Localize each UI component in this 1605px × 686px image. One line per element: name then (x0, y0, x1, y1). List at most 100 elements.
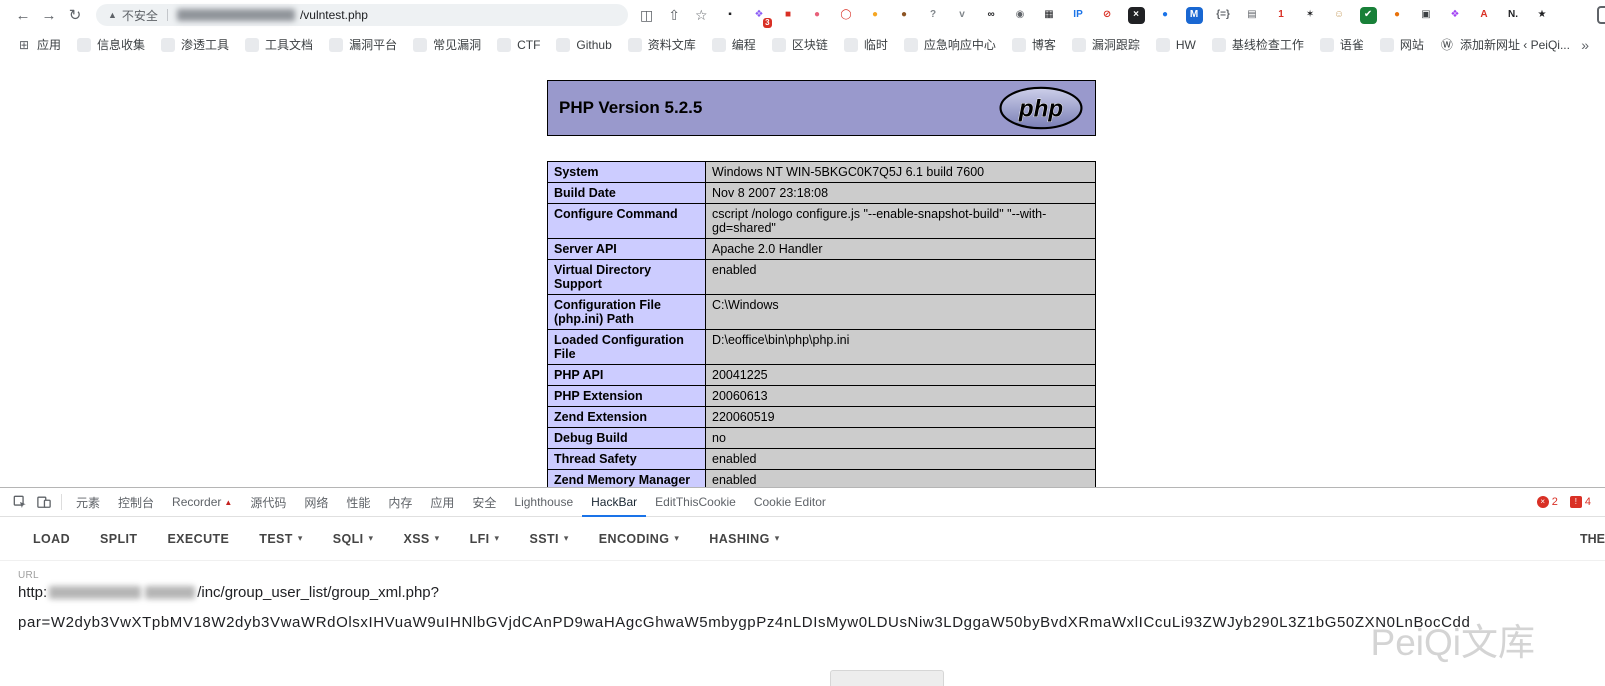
bookmark-item[interactable]: 渗透工具 (154, 33, 236, 57)
extension-icon[interactable]: ★ (1534, 7, 1551, 24)
bookmark-item[interactable]: HW (1149, 33, 1203, 57)
bookmark-item[interactable]: Github (549, 33, 618, 57)
devtools-tab[interactable]: EditThisCookie (646, 488, 745, 517)
hackbar-button[interactable]: XSS ▾ (403, 532, 439, 546)
issues-badge[interactable]: ! 4 (1570, 496, 1591, 508)
extension-icon[interactable]: ● (1389, 7, 1406, 24)
phpinfo-value: Nov 8 2007 23:18:08 (706, 183, 1096, 204)
url-input-line[interactable]: http: /inc/group_user_list/group_xml.php… (18, 583, 1605, 601)
bookmark-item[interactable]: 临时 (837, 33, 895, 57)
extension-icon[interactable]: ⊘ (1099, 7, 1116, 24)
hackbar-button[interactable]: ENCODING ▾ (599, 532, 680, 546)
extension-icon[interactable]: ◯ (838, 7, 855, 24)
extension-icon[interactable]: N. (1505, 7, 1522, 24)
extension-icon[interactable]: ? (925, 7, 942, 24)
bookmarks-overflow-chevron-icon[interactable]: » (1581, 37, 1589, 53)
extension-icon[interactable]: ▤ (1244, 7, 1261, 24)
hackbar-button[interactable]: SPLIT ▾ (100, 532, 137, 546)
bookmark-item[interactable]: 应急响应中心 (897, 33, 1003, 57)
bookmark-item[interactable]: 资料文库 (621, 33, 703, 57)
console-errors-badge[interactable]: × 2 (1537, 496, 1558, 508)
device-toolbar-icon[interactable] (32, 490, 56, 514)
bookmark-item[interactable]: CTF (490, 33, 547, 57)
bottom-panel-fragment (830, 670, 944, 686)
bookmark-item[interactable]: 工具文档 (238, 33, 320, 57)
forward-button[interactable]: → (36, 7, 62, 24)
url-param-text[interactable]: par=W2dyb3VwXTpbMV18W2dyb3VwaWRdOlsxIHVu… (18, 614, 1605, 631)
extension-icon[interactable]: A (1476, 7, 1493, 24)
extension-icon[interactable]: × (1128, 7, 1145, 24)
extension-icon[interactable]: ❖ 3 (751, 7, 768, 24)
devtools-tab[interactable]: Recorder ▲ (163, 488, 241, 517)
profile-avatar[interactable] (1597, 6, 1605, 24)
extension-icon[interactable]: ∞ (983, 7, 1000, 24)
extension-icon[interactable]: ✶ (1302, 7, 1319, 24)
hackbar-theme-button[interactable]: THE (1580, 517, 1605, 561)
bookmark-item[interactable]: 博客 (1005, 33, 1063, 57)
devtools-tab-label: Lighthouse (514, 495, 573, 509)
extension-icon[interactable]: IP (1070, 7, 1087, 24)
devtools-tab[interactable]: Lighthouse (505, 488, 582, 517)
bookmark-item[interactable]: 漏洞跟踪 (1065, 33, 1147, 57)
side-panel-icon[interactable]: ◫ (640, 7, 653, 24)
extension-icon[interactable]: ◉ (1012, 7, 1029, 24)
devtools-tab[interactable]: HackBar (582, 488, 646, 517)
extension-icon[interactable]: ✔ (1360, 7, 1377, 24)
bookmark-favicon (413, 38, 427, 52)
bookmark-item[interactable]: 区块链 (765, 33, 835, 57)
devtools-tab[interactable]: 控制台 (109, 488, 163, 517)
extension-icon[interactable]: 1 (1273, 7, 1290, 24)
extension-icon[interactable]: ● (867, 7, 884, 24)
extension-icon[interactable]: ● (1157, 7, 1174, 24)
extension-icon[interactable]: v (954, 7, 971, 24)
hackbar-button-label: TEST (259, 532, 293, 546)
extension-badge: 3 (763, 18, 771, 28)
hackbar-button[interactable]: SSTI ▾ (529, 532, 568, 546)
bookmark-item[interactable]: Ⓦ 添加新网址 ‹ PeiQi... (1433, 33, 1577, 57)
bookmark-item[interactable]: 网站 (1373, 33, 1431, 57)
devtools-tab[interactable]: 元素 (67, 488, 109, 517)
bookmark-item[interactable]: 漏洞平台 (322, 33, 404, 57)
address-url-text[interactable]: /vulntest.php (300, 8, 368, 22)
bookmark-item[interactable]: 常见漏洞 (406, 33, 488, 57)
extension-icon[interactable]: M (1186, 7, 1203, 24)
bookmark-star-icon[interactable]: ☆ (695, 7, 708, 24)
share-icon[interactable]: ⇧ (668, 7, 680, 24)
hackbar-button[interactable]: EXECUTE ▾ (167, 532, 229, 546)
hackbar-button[interactable]: HASHING ▾ (709, 532, 779, 546)
hackbar-button[interactable]: LFI ▾ (470, 532, 500, 546)
devtools-tab[interactable]: 应用 (421, 488, 463, 517)
hackbar-button[interactable]: TEST ▾ (259, 532, 302, 546)
extension-icon[interactable]: ❖ (1447, 7, 1464, 24)
devtools-tab[interactable]: 网络 (295, 488, 337, 517)
devtools-tab[interactable]: 性能 (337, 488, 379, 517)
devtools-tab[interactable]: 安全 (463, 488, 505, 517)
extension-icon[interactable]: ▪ (722, 7, 739, 24)
extension-icon[interactable]: ● (809, 7, 826, 24)
inspect-element-icon[interactable] (8, 490, 32, 514)
bookmark-item[interactable]: 信息收集 (70, 33, 152, 57)
bookmark-item[interactable]: 编程 (705, 33, 763, 57)
hackbar-button[interactable]: SQLI ▾ (333, 532, 374, 546)
extension-icon[interactable]: ▣ (1418, 7, 1435, 24)
extension-glyph: ⊘ (1103, 10, 1111, 20)
refresh-button[interactable]: ↻ (62, 6, 88, 24)
extension-icon[interactable]: ■ (780, 7, 797, 24)
extension-icon[interactable]: ☺ (1331, 7, 1348, 24)
extension-icon[interactable]: {=} (1215, 7, 1232, 24)
extension-icon[interactable]: ▦ (1041, 7, 1058, 24)
devtools-tab[interactable]: 内存 (379, 488, 421, 517)
bookmark-favicon (712, 38, 726, 52)
extension-icon[interactable]: ● (896, 7, 913, 24)
hackbar-button[interactable]: LOAD ▾ (33, 532, 70, 546)
bookmark-item[interactable]: ⊞ 应用 (10, 33, 68, 57)
back-button[interactable]: ← (10, 7, 36, 24)
bookmark-item[interactable]: 基线检查工作 (1205, 33, 1311, 57)
dropdown-caret-icon: ▾ (564, 533, 569, 544)
bookmark-favicon (904, 38, 918, 52)
devtools-tab[interactable]: 源代码 (241, 488, 295, 517)
security-warning-label[interactable]: 不安全 (122, 7, 158, 24)
bookmark-item[interactable]: 语雀 (1313, 33, 1371, 57)
devtools-tab[interactable]: Cookie Editor (745, 488, 835, 517)
address-bar[interactable]: ▲ 不安全 /vulntest.php (96, 4, 628, 26)
